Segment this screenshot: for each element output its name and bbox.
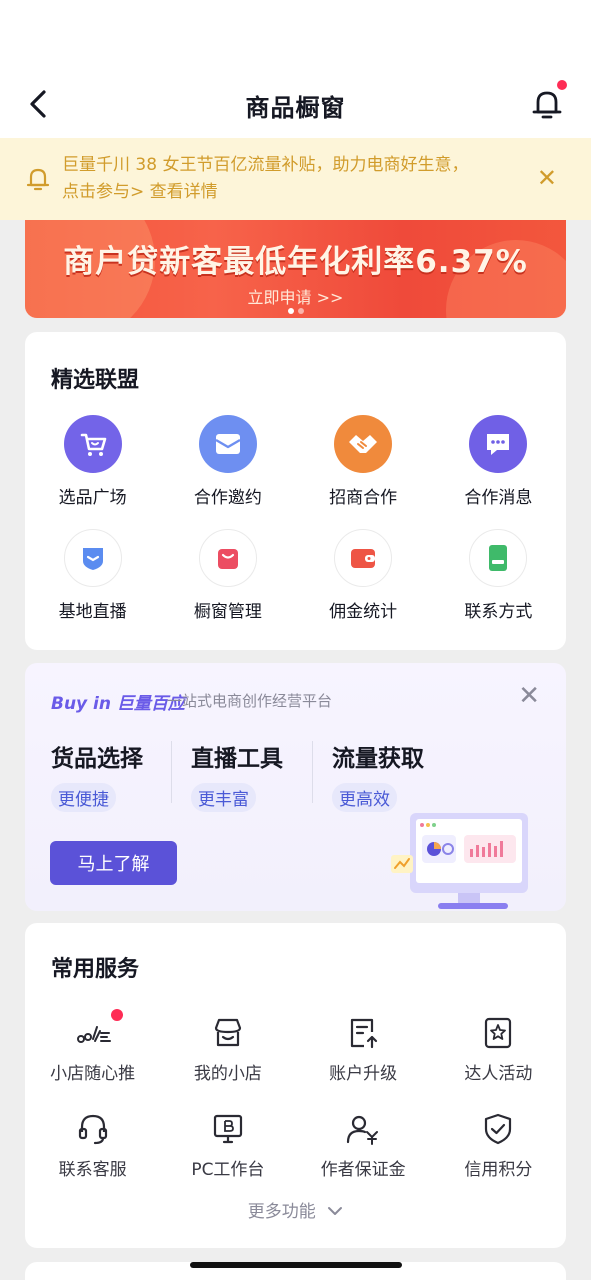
feature-product-selection: 货品选择 更便捷 <box>51 739 143 812</box>
service-item-label: 达人活动 <box>464 1064 533 1084</box>
notice-text[interactable]: 巨量千川 38 女王节百亿流量补贴，助力电商好生意， 点击参与> 查看详情 <box>62 152 512 206</box>
alliance-item-invitation[interactable]: 合作邀约 <box>160 415 295 508</box>
phone-icon <box>469 529 528 587</box>
service-item-account-upgrade[interactable]: 账户升级 <box>296 1013 431 1084</box>
chevron-down-icon <box>328 1207 343 1215</box>
section-title: 常用服务 <box>51 957 140 982</box>
feature-traffic: 流量获取 更高效 <box>332 739 424 812</box>
carousel-dot-active <box>287 308 294 314</box>
more-functions-button[interactable]: 更多功能 <box>25 1197 566 1222</box>
divider <box>171 741 172 803</box>
credit-shield-icon <box>478 1109 518 1149</box>
shield-icon <box>63 529 122 587</box>
learn-more-button[interactable]: 马上了解 <box>50 841 177 885</box>
alliance-item-product-square[interactable]: 选品广场 <box>25 415 160 508</box>
feature-title: 货品选择 <box>51 746 143 772</box>
service-item-label: 我的小店 <box>193 1064 262 1084</box>
alliance-item-merchant-cooperation[interactable]: 招商合作 <box>296 415 431 508</box>
alliance-card: 精选联盟 选品广场 合作邀约 招商合作 合作消息 基地直播 橱窗管理 佣金统计 … <box>25 332 566 650</box>
service-item-label: 信用积分 <box>464 1160 533 1180</box>
feature-title: 直播工具 <box>191 746 283 772</box>
alliance-item-label: 合作消息 <box>464 488 533 508</box>
service-item-customer-service[interactable]: 联系客服 <box>25 1109 160 1180</box>
carousel-dot <box>297 308 304 314</box>
notice-line-1: 巨量千川 38 女王节百亿流量补贴，助力电商好生意， <box>62 155 469 175</box>
page-title: 商品橱窗 <box>245 94 346 122</box>
close-icon[interactable]: ✕ <box>537 166 557 190</box>
notification-button[interactable] <box>529 80 567 122</box>
service-item-creator-activity[interactable]: 达人活动 <box>431 1013 566 1084</box>
alliance-item-window-management[interactable]: 橱窗管理 <box>160 529 295 622</box>
service-item-label: 作者保证金 <box>320 1160 406 1180</box>
alliance-item-label: 联系方式 <box>464 602 533 622</box>
bell-icon <box>26 168 50 191</box>
service-item-author-deposit[interactable]: 作者保证金 <box>296 1109 431 1180</box>
section-title: 精选联盟 <box>51 368 140 393</box>
alliance-item-contact[interactable]: 联系方式 <box>431 529 566 622</box>
feature-live-tools: 直播工具 更丰富 <box>191 739 283 812</box>
service-item-credit-points[interactable]: 信用积分 <box>431 1109 566 1180</box>
banner-title: 商户贷新客最低年化利率6.37% <box>63 244 528 280</box>
home-indicator[interactable] <box>190 1262 402 1268</box>
more-label: 更多功能 <box>247 1202 316 1222</box>
upgrade-icon <box>343 1013 383 1053</box>
alliance-item-label: 佣金统计 <box>329 602 398 622</box>
banner-cta[interactable]: 立即申请 >> <box>25 284 566 308</box>
headset-icon <box>73 1109 113 1149</box>
alliance-item-label: 基地直播 <box>58 602 127 622</box>
star-badge-icon <box>478 1013 518 1053</box>
service-item-label: 联系客服 <box>58 1160 127 1180</box>
handshake-icon <box>334 415 393 473</box>
services-card: 常用服务 小店随心推 我的小店 账户升级 达人活动 联系客服 PC工作台 作者保… <box>25 923 566 1248</box>
feature-tag: 更丰富 <box>191 783 256 812</box>
buyin-logo: Buy in 巨量百应 <box>51 694 185 714</box>
divider <box>312 741 313 803</box>
alliance-row-1: 选品广场 合作邀约 招商合作 合作消息 <box>25 415 566 508</box>
notification-dot <box>557 80 567 90</box>
chat-icon <box>469 415 528 473</box>
carousel-indicator <box>287 308 304 314</box>
service-item-label: PC工作台 <box>191 1160 265 1180</box>
feature-tag: 更便捷 <box>51 783 116 812</box>
alliance-item-base-live[interactable]: 基地直播 <box>25 529 160 622</box>
close-icon[interactable]: ✕ <box>518 683 540 709</box>
service-item-pc-workbench[interactable]: PC工作台 <box>160 1109 295 1180</box>
nav-bar: 商品橱窗 <box>0 70 591 138</box>
wallet-icon <box>334 529 393 587</box>
notice-bar[interactable]: 巨量千川 38 女王节百亿流量补贴，助力电商好生意， 点击参与> 查看详情 ✕ <box>0 138 591 220</box>
services-row-1: 小店随心推 我的小店 账户升级 达人活动 <box>25 1009 566 1084</box>
services-row-2: 联系客服 PC工作台 作者保证金 信用积分 <box>25 1109 566 1180</box>
bell-icon <box>532 91 562 119</box>
promo-banner[interactable]: 商户贷新客最低年化利率6.37% 立即申请 >> <box>25 220 566 318</box>
notice-link[interactable]: 点击参与> 查看详情 <box>62 182 218 202</box>
badge-dot <box>110 1009 123 1021</box>
cart-icon <box>63 415 122 473</box>
buyin-promo-card: Buy in 巨量百应 一站式电商创作经营平台 ✕ 货品选择 更便捷 直播工具 … <box>25 663 566 911</box>
alliance-item-messages[interactable]: 合作消息 <box>431 415 566 508</box>
monitor-illustration <box>391 813 528 909</box>
alliance-item-label: 合作邀约 <box>193 488 262 508</box>
service-item-boost[interactable]: 小店随心推 <box>25 1009 160 1084</box>
store-icon <box>208 1013 248 1053</box>
bag-icon <box>198 529 257 587</box>
boost-icon <box>73 1009 123 1053</box>
pc-workbench-icon <box>208 1109 248 1149</box>
service-item-label: 小店随心推 <box>50 1064 136 1084</box>
alliance-item-label: 招商合作 <box>329 488 398 508</box>
deposit-icon <box>343 1109 383 1149</box>
service-item-label: 账户升级 <box>329 1064 398 1084</box>
alliance-item-commission-stats[interactable]: 佣金统计 <box>296 529 431 622</box>
status-bar <box>0 0 591 70</box>
envelope-icon <box>198 415 257 473</box>
feature-title: 流量获取 <box>332 746 424 772</box>
alliance-item-label: 橱窗管理 <box>193 602 262 622</box>
alliance-item-label: 选品广场 <box>58 488 127 508</box>
service-item-my-store[interactable]: 我的小店 <box>160 1013 295 1084</box>
alliance-row-2: 基地直播 橱窗管理 佣金统计 联系方式 <box>25 529 566 622</box>
promo-subtitle: 一站式电商创作经营平台 <box>167 692 333 710</box>
